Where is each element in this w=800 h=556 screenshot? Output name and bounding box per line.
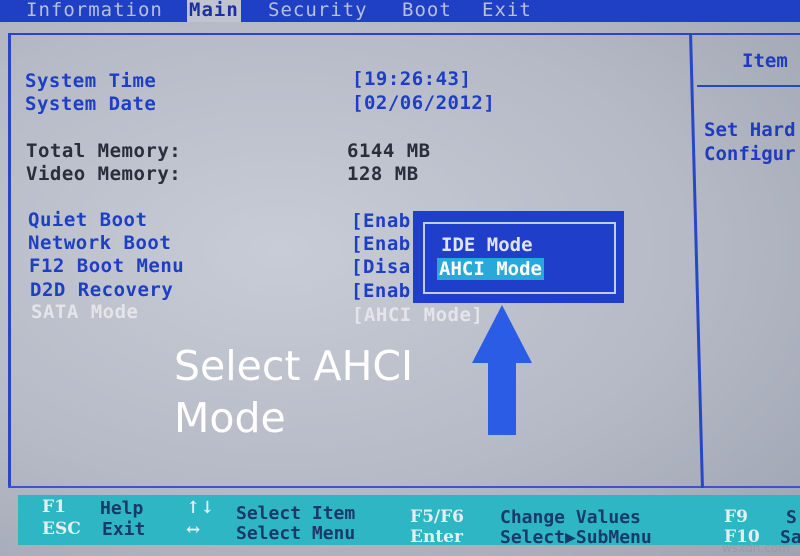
key-f1-desc: Help: [100, 498, 144, 519]
key-f1: F1: [42, 497, 66, 517]
key-up-down-desc: Select Item: [236, 503, 356, 524]
key-enter: Enter: [410, 527, 463, 547]
frame-border-top: [8, 33, 800, 35]
frame-border-left: [8, 33, 11, 488]
quiet-boot-value[interactable]: [Enab: [351, 210, 411, 232]
tab-boot[interactable]: Boot: [402, 0, 452, 22]
system-date-value[interactable]: [02/06/2012]: [352, 92, 495, 114]
network-boot-value[interactable]: [Enab: [351, 233, 411, 255]
help-panel-line: Configur: [704, 143, 796, 165]
system-time-label[interactable]: System Time: [25, 70, 156, 92]
key-left-right-icon: ↔: [186, 520, 201, 540]
f12-boot-menu-value[interactable]: [Disa: [351, 256, 411, 278]
sata-mode-popup: IDE Mode AHCI Mode: [413, 211, 624, 303]
sata-mode-value[interactable]: [AHCI Mode]: [352, 304, 483, 326]
help-panel-divider: [689, 33, 704, 488]
key-esc: ESC: [42, 519, 81, 539]
annotation-text: Select AHCI Mode: [174, 342, 414, 442]
tab-information[interactable]: Information: [26, 0, 163, 22]
key-help-bar: F1 Help ESC Exit ↑↓ Select Item ↔ Select…: [18, 495, 800, 548]
tab-security[interactable]: Security: [268, 0, 368, 22]
total-memory-value: 6144 MB: [347, 140, 431, 162]
total-memory-label: Total Memory:: [26, 140, 182, 162]
help-panel-line: Set Hard: [704, 119, 796, 141]
option-ide-mode[interactable]: IDE Mode: [439, 234, 535, 256]
bios-screen: Information Main Security Boot Exit Item…: [0, 0, 800, 556]
network-boot-label[interactable]: Network Boot: [28, 232, 171, 254]
key-left-right-desc: Select Menu: [236, 523, 356, 544]
video-memory-value: 128 MB: [347, 163, 419, 185]
help-panel-title: Item: [742, 50, 788, 72]
f12-boot-menu-label[interactable]: F12 Boot Menu: [29, 255, 184, 277]
key-f5-f6-desc: Change Values: [500, 507, 641, 528]
tab-main[interactable]: Main: [187, 0, 241, 22]
key-f9-desc: S: [786, 507, 797, 528]
d2d-recovery-label[interactable]: D2D Recovery: [30, 279, 173, 301]
option-ahci-mode[interactable]: AHCI Mode: [437, 258, 544, 280]
key-enter-desc: Select▶SubMenu: [500, 527, 652, 548]
system-time-value[interactable]: [19:26:43]: [352, 68, 471, 90]
sata-mode-label[interactable]: SATA Mode: [31, 301, 138, 323]
help-title-divider: [697, 85, 800, 87]
d2d-recovery-value[interactable]: [Enab: [351, 280, 411, 302]
quiet-boot-label[interactable]: Quiet Boot: [28, 209, 147, 231]
key-esc-desc: Exit: [102, 519, 146, 540]
watermark: wsxdn.com: [722, 541, 790, 555]
key-f9: F9: [724, 507, 748, 527]
frame-border-bottom: [8, 486, 800, 488]
menu-bar: Information Main Security Boot Exit: [0, 0, 800, 22]
tab-exit[interactable]: Exit: [482, 0, 532, 22]
system-date-label[interactable]: System Date: [25, 93, 156, 115]
up-arrow-icon: [472, 305, 532, 435]
key-up-down-icon: ↑↓: [186, 498, 215, 518]
key-f5-f6: F5/F6: [410, 507, 465, 527]
video-memory-label: Video Memory:: [26, 163, 182, 185]
